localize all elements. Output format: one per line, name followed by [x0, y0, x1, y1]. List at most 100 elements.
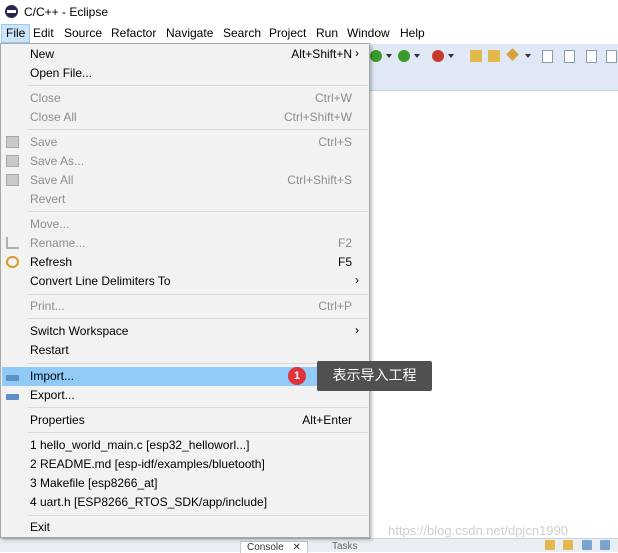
chevron-down-icon[interactable] [448, 54, 454, 58]
submenu-arrow-icon: › [355, 46, 359, 60]
menu-item-label: Switch Workspace [30, 324, 129, 338]
menu-item-new[interactable]: New Alt+Shift+N › [2, 45, 368, 64]
main-toolbar [370, 44, 618, 91]
close-icon[interactable]: ✕ [292, 542, 300, 553]
menu-file[interactable]: File [1, 24, 31, 43]
document-icon[interactable] [606, 50, 617, 63]
file-menu-dropdown: New Alt+Shift+N › Open File... Close Ctr… [0, 43, 370, 538]
submenu-arrow-icon: › [355, 323, 359, 337]
open-folder-icon[interactable] [488, 50, 500, 62]
menu-bar: File Edit Source Refactor Navigate Searc… [0, 24, 618, 44]
menu-refactor[interactable]: Refactor [107, 24, 160, 43]
menu-item-shortcut: Ctrl+P [318, 299, 352, 313]
menu-item-label: Refresh [30, 255, 73, 269]
menu-item-label: Exit [30, 520, 51, 534]
menu-item-save-as[interactable]: Save As... [2, 152, 368, 171]
bottom-panel-tabs: Console ✕ Tasks [0, 538, 618, 553]
menu-separator [28, 85, 368, 86]
build-tool-icon[interactable] [506, 48, 519, 61]
menu-item-exit[interactable]: Exit [2, 518, 368, 537]
editor-area[interactable] [370, 91, 618, 538]
import-icon [6, 375, 19, 381]
menu-item-revert[interactable]: Revert [2, 190, 368, 209]
menu-item-label: Close [30, 91, 61, 105]
menu-item-shortcut: Ctrl+W [315, 91, 352, 105]
step-number-badge: 1 [288, 367, 306, 385]
submenu-arrow-icon: › [355, 273, 359, 287]
menu-item-recent-file-1[interactable]: 1 hello_world_main.c [esp32_helloworl...… [2, 436, 368, 455]
menu-help[interactable]: Help [396, 24, 429, 43]
menu-item-print[interactable]: Print... Ctrl+P [2, 297, 368, 316]
menu-item-shortcut: Ctrl+Shift+W [283, 110, 352, 124]
menu-project[interactable]: Project [265, 24, 310, 43]
menu-separator [28, 515, 368, 516]
save-all-icon [6, 174, 19, 186]
menu-item-shortcut: Alt+Enter [302, 413, 352, 427]
menu-item-refresh[interactable]: Refresh F5 [2, 253, 368, 272]
menu-item-label: Save As... [30, 154, 85, 168]
chevron-down-icon[interactable] [525, 54, 531, 58]
view-menu-icon[interactable] [600, 540, 610, 550]
watermark: https://blog.csdn.net/dpjcn1990 [388, 523, 568, 538]
menu-item-switch-workspace[interactable]: Switch Workspace › [2, 322, 368, 341]
menu-item-rename[interactable]: Rename... F2 [2, 234, 368, 253]
menu-item-move[interactable]: Move... [2, 215, 368, 234]
menu-separator [28, 318, 368, 319]
document-icon[interactable] [564, 50, 575, 63]
menu-item-close-all[interactable]: Close All Ctrl+Shift+W [2, 108, 368, 127]
menu-separator [28, 211, 368, 212]
menu-item-save-all[interactable]: Save All Ctrl+Shift+S [2, 171, 368, 190]
new-project-icon[interactable] [470, 50, 482, 62]
menu-item-label: 4 uart.h [ESP8266_RTOS_SDK/app/include] [30, 495, 268, 509]
run-icon[interactable] [398, 50, 410, 62]
menu-item-properties[interactable]: Properties Alt+Enter [2, 411, 368, 430]
menu-item-label: Open File... [30, 66, 93, 80]
menu-item-label: Convert Line Delimiters To [30, 274, 171, 288]
chevron-down-icon[interactable] [414, 54, 420, 58]
menu-search[interactable]: Search [219, 24, 265, 43]
menu-separator [28, 432, 368, 433]
pin-icon[interactable] [545, 540, 555, 550]
menu-item-restart[interactable]: Restart [2, 341, 368, 360]
menu-source[interactable]: Source [60, 24, 106, 43]
rename-icon [6, 237, 19, 249]
menu-item-save[interactable]: Save Ctrl+S [2, 133, 368, 152]
menu-item-label: 3 Makefile [esp8266_at] [30, 476, 158, 490]
menu-navigate[interactable]: Navigate [162, 24, 217, 43]
menu-item-recent-file-2[interactable]: 2 README.md [esp-idf/examples/bluetooth] [2, 455, 368, 474]
chevron-down-icon[interactable] [386, 54, 392, 58]
save-as-icon [6, 155, 19, 167]
external-tools-icon[interactable] [432, 50, 444, 62]
menu-item-close[interactable]: Close Ctrl+W [2, 89, 368, 108]
console-tab-label: Console [247, 542, 284, 553]
menu-item-label: Save [30, 135, 58, 149]
menu-item-shortcut: F2 [337, 236, 352, 250]
menu-item-recent-file-3[interactable]: 3 Makefile [esp8266_at] [2, 474, 368, 493]
menu-item-label: Import... [30, 369, 75, 383]
menu-item-label: Restart [30, 343, 69, 357]
document-icon[interactable] [542, 50, 553, 63]
menu-item-export[interactable]: Export... [2, 386, 368, 405]
menu-item-open-file[interactable]: Open File... [2, 64, 368, 83]
menu-separator [28, 294, 368, 295]
save-icon [6, 136, 19, 148]
debug-icon[interactable] [370, 50, 382, 62]
menu-separator [28, 407, 368, 408]
document-icon[interactable] [586, 50, 597, 63]
menu-edit[interactable]: Edit [29, 24, 58, 43]
menu-item-convert-line-delimiters[interactable]: Convert Line Delimiters To › [2, 272, 368, 291]
menu-item-recent-file-4[interactable]: 4 uart.h [ESP8266_RTOS_SDK/app/include] [2, 493, 368, 512]
view-menu-icon[interactable] [582, 540, 592, 550]
menu-separator [28, 129, 368, 130]
tab-tasks[interactable]: Tasks [332, 541, 358, 552]
menu-item-shortcut: Alt+Shift+N [291, 47, 352, 61]
menu-item-shortcut: F5 [337, 255, 352, 269]
tab-console[interactable]: Console ✕ [240, 541, 308, 553]
menu-item-label: Rename... [30, 236, 86, 250]
menu-item-shortcut: Ctrl+Shift+S [287, 173, 352, 187]
menu-window[interactable]: Window [343, 24, 394, 43]
pin-icon[interactable] [563, 540, 573, 550]
menu-run[interactable]: Run [312, 24, 342, 43]
menu-item-import[interactable]: Import... [2, 367, 368, 386]
annotation-callout: 表示导入工程 [317, 361, 432, 391]
